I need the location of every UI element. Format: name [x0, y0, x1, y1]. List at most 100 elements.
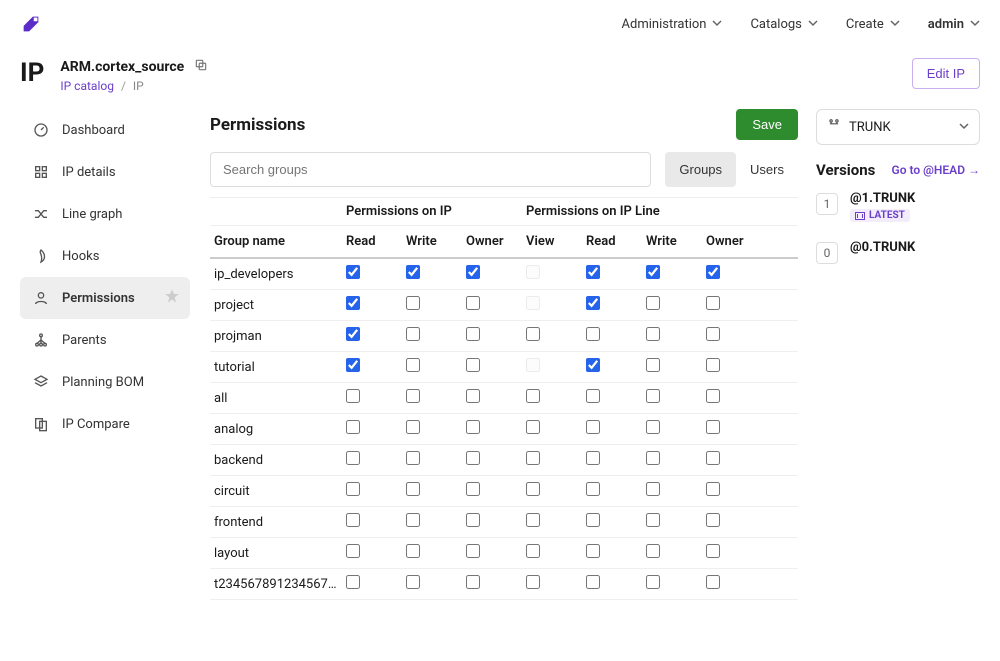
checkbox-ip-write[interactable] [406, 265, 420, 279]
breadcrumb-link[interactable]: IP catalog [60, 79, 114, 93]
checkbox-line-write[interactable] [646, 575, 660, 589]
checkbox-ip-owner[interactable] [466, 513, 480, 527]
sidebar-item-parents[interactable]: Parents [20, 319, 190, 361]
checkbox-line-owner[interactable] [706, 575, 720, 589]
checkbox-ip-write[interactable] [406, 544, 420, 558]
checkbox-line-write[interactable] [646, 265, 660, 279]
checkbox-line-owner[interactable] [706, 544, 720, 558]
checkbox-line-write[interactable] [646, 482, 660, 496]
checkbox-line-view[interactable] [526, 482, 540, 496]
checkbox-ip-write[interactable] [406, 389, 420, 403]
checkbox-line-read[interactable] [586, 513, 600, 527]
checkbox-ip-owner[interactable] [466, 296, 480, 310]
checkbox-line-owner[interactable] [706, 482, 720, 496]
checkbox-ip-read[interactable] [346, 265, 360, 279]
sidebar-item-planning-bom[interactable]: Planning BOM [20, 361, 190, 403]
tab-groups[interactable]: Groups [665, 152, 736, 187]
version-item[interactable]: 0@0.TRUNK [816, 240, 980, 264]
checkbox-line-write[interactable] [646, 451, 660, 465]
checkbox-ip-read[interactable] [346, 482, 360, 496]
checkbox-ip-read[interactable] [346, 575, 360, 589]
checkbox-ip-write[interactable] [406, 420, 420, 434]
checkbox-ip-owner[interactable] [466, 482, 480, 496]
checkbox-line-write[interactable] [646, 420, 660, 434]
checkbox-ip-write[interactable] [406, 482, 420, 496]
checkbox-ip-owner[interactable] [466, 420, 480, 434]
checkbox-ip-owner[interactable] [466, 327, 480, 341]
checkbox-line-view[interactable] [526, 575, 540, 589]
checkbox-line-read[interactable] [586, 358, 600, 372]
checkbox-line-write[interactable] [646, 296, 660, 310]
checkbox-ip-read[interactable] [346, 513, 360, 527]
checkbox-ip-owner[interactable] [466, 358, 480, 372]
version-item[interactable]: 1@1.TRUNKLATEST [816, 191, 980, 224]
checkbox-ip-read[interactable] [346, 420, 360, 434]
checkbox-line-read[interactable] [586, 482, 600, 496]
checkbox-ip-read[interactable] [346, 358, 360, 372]
checkbox-line-read[interactable] [586, 575, 600, 589]
checkbox-line-read[interactable] [586, 451, 600, 465]
checkbox-line-read[interactable] [586, 389, 600, 403]
checkbox-ip-write[interactable] [406, 358, 420, 372]
sidebar-item-line-graph[interactable]: Line graph [20, 193, 190, 235]
checkbox-ip-owner[interactable] [466, 575, 480, 589]
checkbox-line-view[interactable] [526, 420, 540, 434]
checkbox-ip-read[interactable] [346, 451, 360, 465]
edit-ip-button[interactable]: Edit IP [912, 58, 980, 89]
checkbox-line-owner[interactable] [706, 327, 720, 341]
checkbox-line-read[interactable] [586, 296, 600, 310]
checkbox-ip-owner[interactable] [466, 544, 480, 558]
nav-catalogs[interactable]: Catalogs [750, 17, 817, 32]
checkbox-line-view[interactable] [526, 451, 540, 465]
checkbox-line-write[interactable] [646, 544, 660, 558]
nav-administration[interactable]: Administration [622, 17, 723, 32]
sidebar-item-ip-details[interactable]: IP details [20, 151, 190, 193]
checkbox-ip-write[interactable] [406, 451, 420, 465]
checkbox-ip-read[interactable] [346, 544, 360, 558]
checkbox-line-owner[interactable] [706, 358, 720, 372]
sidebar-item-label: Line graph [62, 207, 122, 222]
go-to-head-link[interactable]: Go to @HEAD → [892, 163, 980, 177]
sidebar-item-dashboard[interactable]: Dashboard [20, 109, 190, 151]
checkbox-ip-write[interactable] [406, 575, 420, 589]
sidebar-item-hooks[interactable]: Hooks [20, 235, 190, 277]
sidebar-item-permissions[interactable]: Permissions [20, 277, 190, 319]
checkbox-line-write[interactable] [646, 358, 660, 372]
nav-create[interactable]: Create [846, 17, 900, 32]
checkbox-ip-owner[interactable] [466, 451, 480, 465]
tab-users[interactable]: Users [736, 152, 798, 187]
checkbox-ip-write[interactable] [406, 513, 420, 527]
checkbox-ip-read[interactable] [346, 389, 360, 403]
branch-select[interactable]: TRUNK [816, 109, 980, 145]
search-input[interactable] [210, 152, 651, 187]
checkbox-line-owner[interactable] [706, 513, 720, 527]
checkbox-line-owner[interactable] [706, 265, 720, 279]
checkbox-line-view[interactable] [526, 389, 540, 403]
copy-icon[interactable] [194, 58, 208, 76]
checkbox-line-owner[interactable] [706, 420, 720, 434]
checkbox-line-view[interactable] [526, 327, 540, 341]
checkbox-line-write[interactable] [646, 327, 660, 341]
save-button[interactable]: Save [736, 109, 798, 140]
checkbox-ip-owner[interactable] [466, 265, 480, 279]
star-icon[interactable] [164, 288, 180, 308]
checkbox-line-read[interactable] [586, 420, 600, 434]
checkbox-ip-write[interactable] [406, 327, 420, 341]
checkbox-line-owner[interactable] [706, 451, 720, 465]
checkbox-line-owner[interactable] [706, 296, 720, 310]
checkbox-line-read[interactable] [586, 544, 600, 558]
checkbox-line-read[interactable] [586, 327, 600, 341]
checkbox-ip-read[interactable] [346, 327, 360, 341]
checkbox-ip-write[interactable] [406, 296, 420, 310]
checkbox-line-write[interactable] [646, 389, 660, 403]
checkbox-line-view[interactable] [526, 513, 540, 527]
checkbox-line-write[interactable] [646, 513, 660, 527]
logo[interactable] [20, 13, 42, 35]
checkbox-ip-read[interactable] [346, 296, 360, 310]
checkbox-line-owner[interactable] [706, 389, 720, 403]
checkbox-ip-owner[interactable] [466, 389, 480, 403]
sidebar-item-ip-compare[interactable]: IP Compare [20, 403, 190, 445]
checkbox-line-view[interactable] [526, 544, 540, 558]
nav-user-menu[interactable]: admin [928, 17, 980, 32]
checkbox-line-read[interactable] [586, 265, 600, 279]
